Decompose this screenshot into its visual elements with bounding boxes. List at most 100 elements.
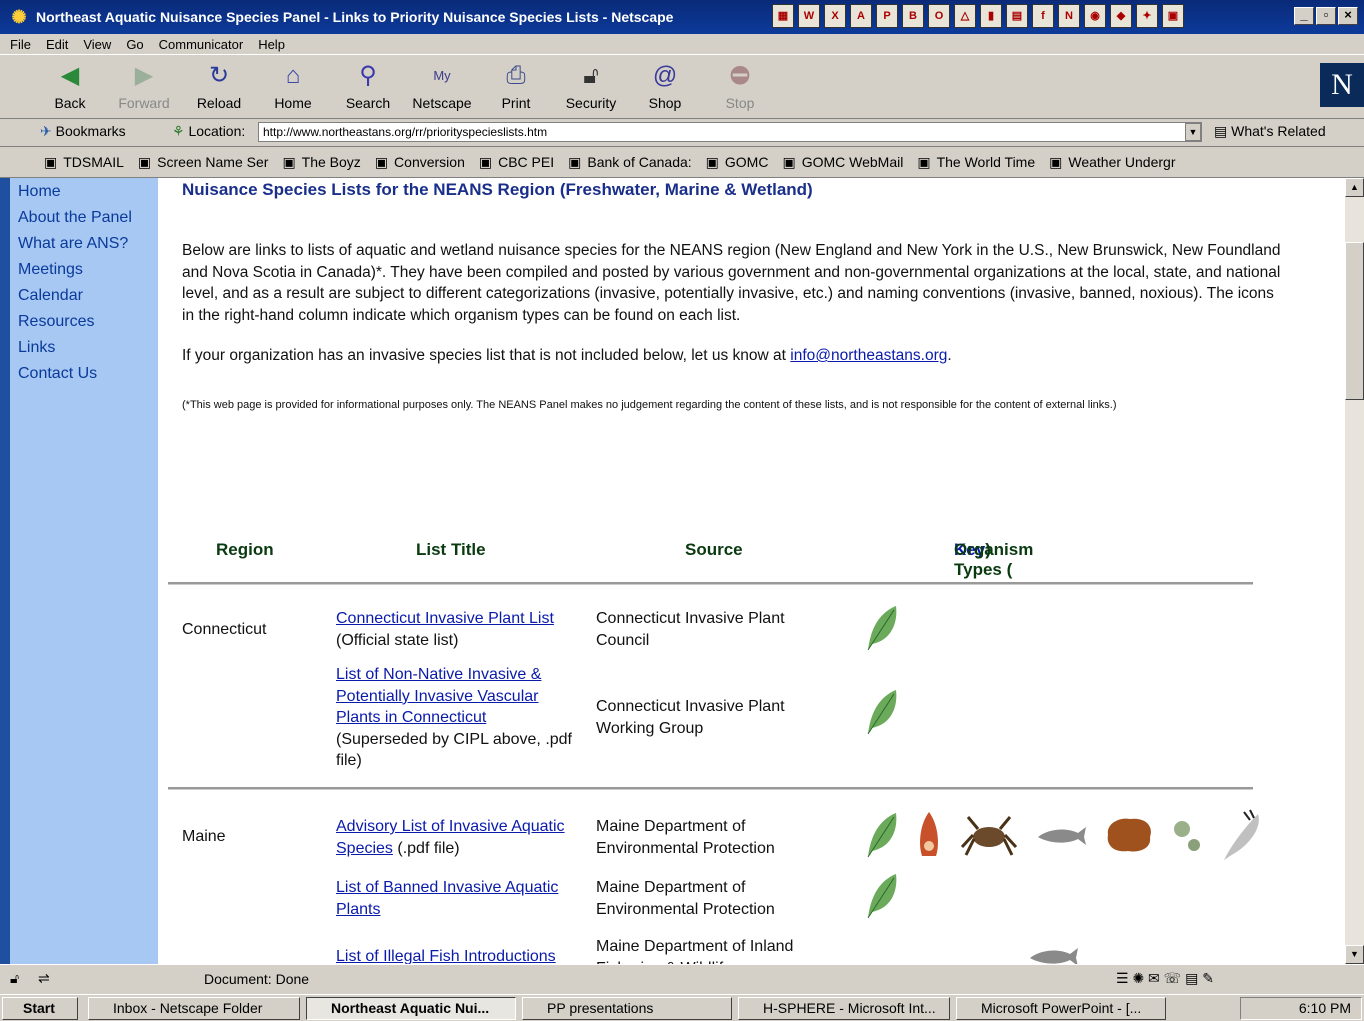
list-link[interactable]: Connecticut Invasive Plant List (336, 610, 554, 627)
office-bar-icon[interactable]: ▦ (772, 4, 794, 28)
scroll-down-button[interactable]: ▼ (1345, 945, 1364, 964)
bookmark-cbc-pei[interactable]: CBC PEI (479, 154, 554, 171)
taskbar: Start Inbox - Netscape Folder Northeast … (0, 994, 1364, 1021)
menu-help[interactable]: Help (258, 37, 285, 52)
security-label: Security (565, 95, 617, 111)
bookmark-screen-name[interactable]: Screen Name Ser (138, 154, 268, 171)
nav-resources[interactable]: Resources (18, 312, 158, 338)
nav-what-are-ans[interactable]: What are ANS? (18, 234, 158, 260)
task-inbox[interactable]: Inbox - Netscape Folder (88, 997, 300, 1020)
list-link[interactable]: List of Illegal Fish Introductions (336, 948, 556, 964)
bookmark-weather[interactable]: Weather Undergr (1049, 154, 1175, 171)
print-label: Print (501, 95, 531, 111)
task-powerpoint[interactable]: Microsoft PowerPoint - [... (956, 997, 1166, 1020)
binder-icon[interactable]: B (902, 4, 924, 28)
crab-icon (960, 816, 1018, 856)
maximize-button[interactable]: ▫ (1316, 7, 1336, 25)
contact-suffix: . (947, 347, 952, 364)
row-organisms (864, 688, 898, 736)
globe-icon[interactable]: ◉ (1084, 4, 1106, 28)
table-divider (168, 582, 1253, 585)
reload-button[interactable]: ↻ Reload (183, 61, 255, 111)
shop-label: Shop (648, 95, 682, 111)
back-button[interactable]: ◀ Back (34, 61, 106, 111)
contact-paragraph: If your organization has an invasive spe… (182, 347, 1282, 365)
nav-home[interactable]: Home (18, 182, 158, 208)
scroll-thumb[interactable] (1345, 242, 1364, 400)
header-paren: ) (985, 540, 991, 559)
url-dropdown-button[interactable]: ▼ (1185, 123, 1201, 141)
menu-view[interactable]: View (83, 37, 111, 52)
stop-button[interactable]: ⛔︎ Stop (704, 61, 776, 111)
forward-button[interactable]: ▶ Forward (108, 61, 180, 111)
home-icon: ⌂ (285, 62, 301, 89)
shop-button[interactable]: @ Shop (629, 61, 701, 111)
tool-icon-1[interactable]: ▮ (980, 4, 1002, 28)
bookmarks-button[interactable]: ✈ Bookmarks (40, 123, 126, 140)
task-pp-presentations[interactable]: PP presentations (522, 997, 732, 1020)
bookmark-bank-of-canada[interactable]: Bank of Canada: (568, 154, 691, 171)
stop-label: Stop (725, 95, 755, 111)
bookmarks-label: Bookmarks (55, 123, 126, 139)
row-title: List of Banned Invasive Aquatic Plants (336, 877, 586, 920)
scroll-up-button[interactable]: ▲ (1345, 178, 1364, 197)
access-icon[interactable]: A (850, 4, 872, 28)
bookmark-gomc[interactable]: GOMC (706, 154, 769, 171)
task-northeast-aquatic[interactable]: Northeast Aquatic Nui... (306, 997, 516, 1020)
menu-bar: File Edit View Go Communicator Help (0, 34, 1364, 54)
menu-edit[interactable]: Edit (46, 37, 68, 52)
word-icon[interactable]: W (798, 4, 820, 28)
vertical-scrollbar[interactable]: ▲ ▼ (1345, 178, 1364, 964)
table-header: Region List Title Source Organism Types … (182, 540, 1282, 579)
search-button[interactable]: ⚲ Search (332, 61, 404, 111)
tool-icon-3[interactable]: ◆ (1110, 4, 1132, 28)
security-status-icon[interactable]: 🔓︎ (10, 970, 19, 987)
nav-contact[interactable]: Contact Us (18, 364, 158, 390)
netscape-label: Netscape (412, 95, 472, 111)
list-link[interactable]: List of Banned Invasive Aquatic Plants (336, 879, 558, 918)
nav-calendar[interactable]: Calendar (18, 286, 158, 312)
bookmark-the-boyz[interactable]: The Boyz (282, 154, 361, 171)
excel-icon[interactable]: X (824, 4, 846, 28)
menu-communicator[interactable]: Communicator (159, 37, 244, 52)
row-title: List of Illegal Fish Introductions (336, 946, 586, 964)
netscape-icon[interactable]: N (1058, 4, 1080, 28)
bookmark-tdsmail[interactable]: TDSMAIL (44, 154, 124, 171)
netscape-app-icon: ✺ (11, 7, 27, 27)
security-button[interactable]: 🔓︎ Security (555, 61, 627, 111)
related-icon: ▤ (1214, 123, 1232, 139)
netscape-button[interactable]: My Netscape (406, 61, 478, 111)
acrobat-icon[interactable]: △ (954, 4, 976, 28)
list-note: (Superseded by CIPL above, .pdf file) (336, 730, 572, 770)
start-button[interactable]: Start (2, 997, 78, 1020)
whats-related-button[interactable]: ▤ What's Related (1214, 123, 1326, 140)
url-field[interactable]: http://www.northeastans.org/rr/prioritys… (258, 122, 1202, 142)
tool-icon-2[interactable]: ▤ (1006, 4, 1028, 28)
home-button[interactable]: ⌂ Home (257, 61, 329, 111)
menu-file[interactable]: File (10, 37, 31, 52)
tool-icon-4[interactable]: ✦ (1136, 4, 1158, 28)
start-label: Start (23, 1000, 55, 1016)
home-label: Home (274, 95, 312, 111)
menu-go[interactable]: Go (126, 37, 143, 52)
nav-links[interactable]: Links (18, 338, 158, 364)
netscape-logo[interactable]: N (1320, 63, 1364, 107)
powerpoint-icon[interactable]: P (876, 4, 898, 28)
nav-about[interactable]: About the Panel (18, 208, 158, 234)
header-list-title: List Title (416, 540, 486, 559)
list-link[interactable]: List of Non-Native Invasive & Potentiall… (336, 666, 541, 726)
outlook-icon[interactable]: O (928, 4, 950, 28)
component-bar-icons[interactable]: ☰ ✺ ✉ ☏ ▤ ✎ (1116, 970, 1214, 987)
ftp-icon[interactable]: f (1032, 4, 1054, 28)
bookmark-world-time[interactable]: The World Time (917, 154, 1036, 171)
minimize-button[interactable]: _ (1294, 7, 1314, 25)
print-button[interactable]: ⎙ Print (480, 61, 552, 111)
bookmark-gomc-webmail[interactable]: GOMC WebMail (782, 154, 904, 171)
tool-icon-5[interactable]: ▣ (1162, 4, 1184, 28)
contact-email-link[interactable]: info@northeastans.org (790, 347, 947, 364)
task-h-sphere[interactable]: H-SPHERE - Microsoft Int... (738, 997, 950, 1020)
search-label: Search (345, 95, 391, 111)
close-button[interactable]: × (1338, 7, 1358, 25)
bookmark-conversion[interactable]: Conversion (375, 154, 465, 171)
nav-meetings[interactable]: Meetings (18, 260, 158, 286)
